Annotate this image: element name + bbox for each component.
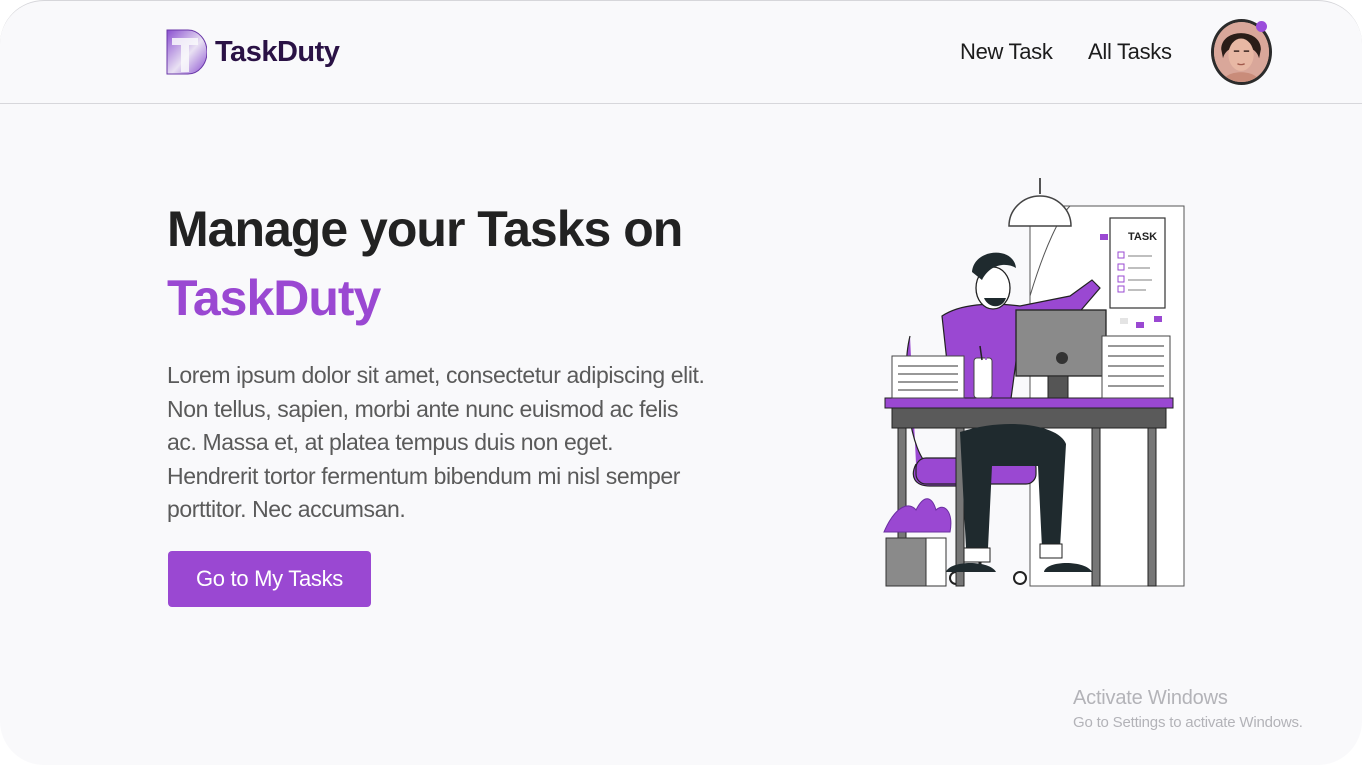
app-window: TaskDuty New Task All Tasks Manage your … [0, 0, 1362, 765]
navbar: TaskDuty New Task All Tasks [0, 1, 1362, 104]
windows-activation-watermark: Activate Windows Go to Settings to activ… [1073, 687, 1303, 731]
hero-title-brand: TaskDuty [167, 270, 381, 326]
online-status-dot [1256, 21, 1267, 32]
nav-link-new-task[interactable]: New Task [960, 39, 1053, 65]
watermark-title: Activate Windows [1073, 687, 1228, 709]
watermark-subtitle: Go to Settings to activate Windows. [1073, 714, 1303, 731]
brand[interactable]: TaskDuty [166, 29, 340, 75]
nav-link-all-tasks[interactable]: All Tasks [1088, 39, 1172, 65]
hero-description: Lorem ipsum dolor sit amet, consectetur … [167, 362, 705, 522]
go-to-my-tasks-button[interactable]: Go to My Tasks [168, 551, 371, 607]
person-at-desk-illustration: TASK [883, 178, 1185, 587]
task-card-title: TASK [1128, 231, 1157, 243]
hero-title: Manage your Tasks on [167, 201, 683, 257]
taskduty-logo-icon [166, 29, 207, 75]
brand-name: TaskDuty [215, 35, 340, 68]
